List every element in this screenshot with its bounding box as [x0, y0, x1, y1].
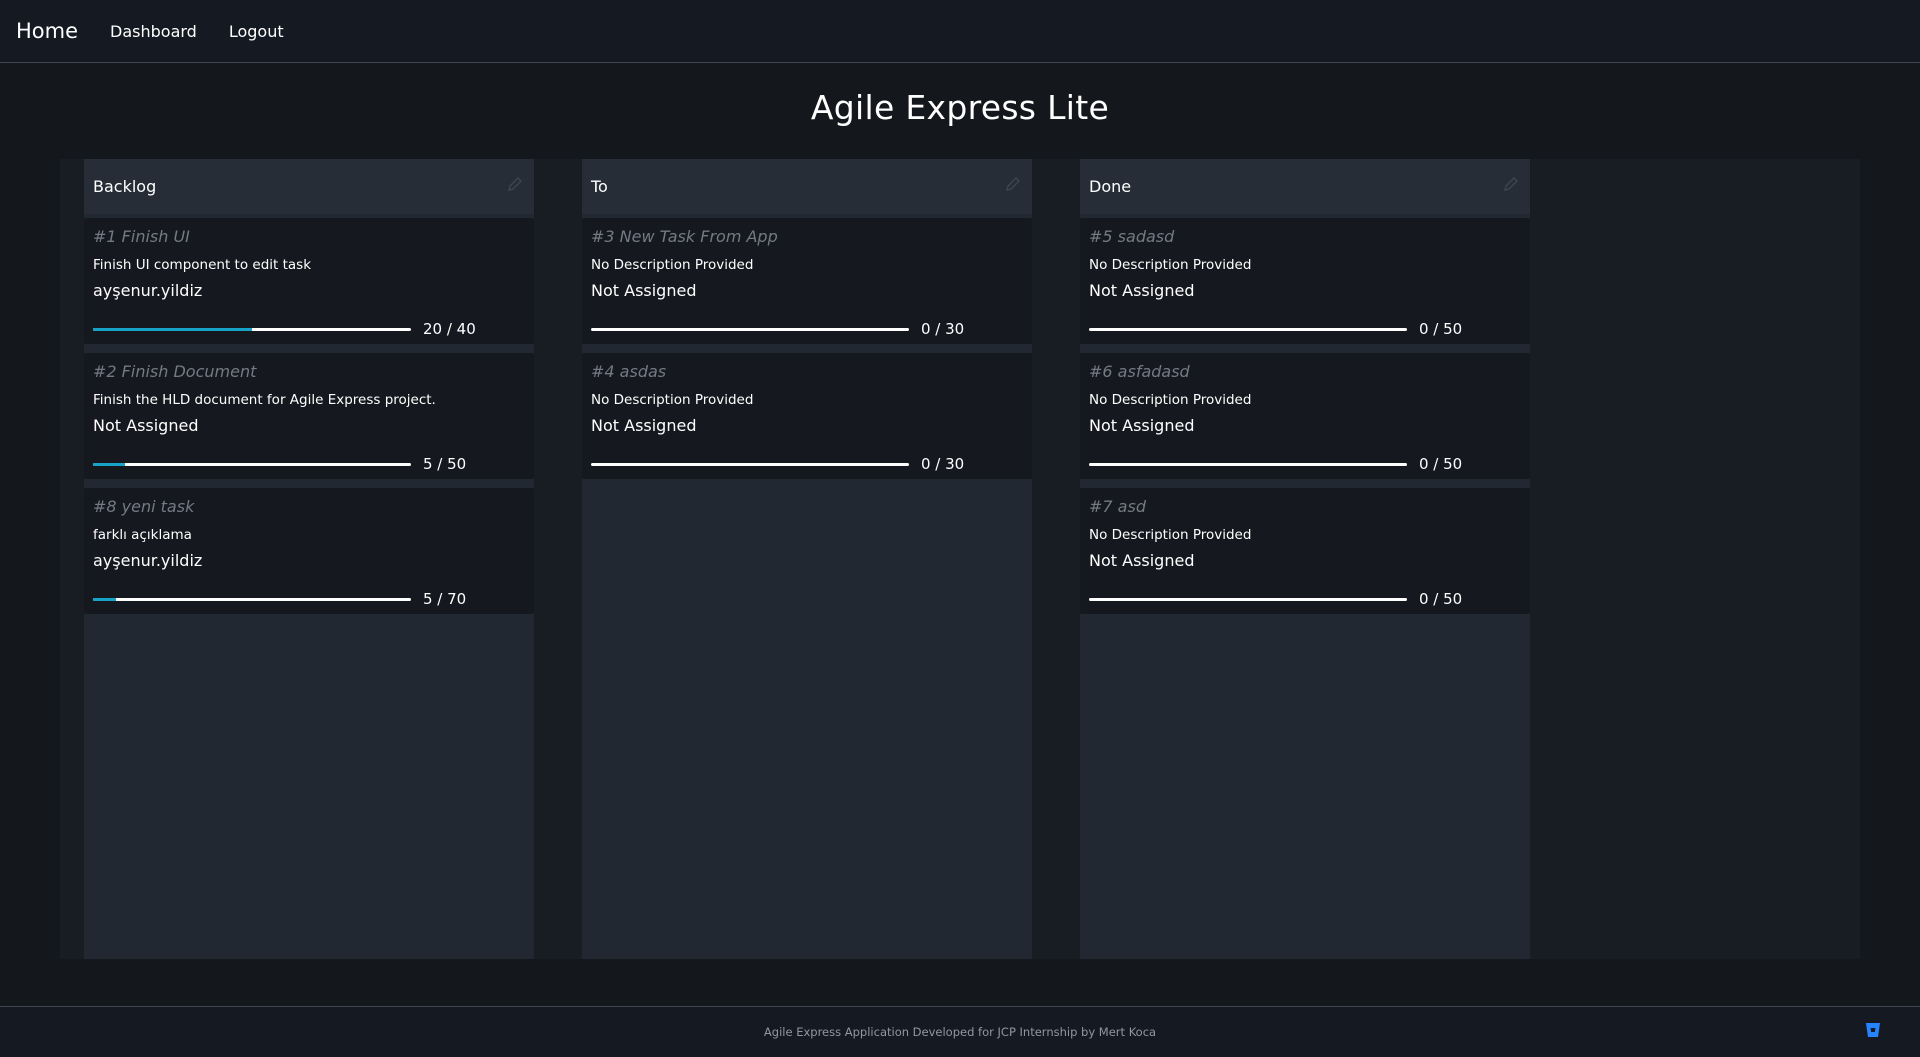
task-card[interactable]: #5 sadasd No Description Provided Not As… — [1080, 218, 1530, 344]
column-done: Done #5 sadasd No Description Provided N… — [1080, 159, 1530, 959]
pencil-icon[interactable] — [1502, 175, 1520, 193]
task-progress: 20 / 40 — [93, 320, 476, 338]
task-assignee: Not Assigned — [93, 416, 199, 435]
progress-fill — [93, 327, 252, 331]
task-card[interactable]: #4 asdas No Description Provided Not Ass… — [582, 353, 1032, 479]
task-title: #7 asd — [1089, 497, 1146, 516]
progress-bar — [591, 327, 909, 331]
progress-bar — [1089, 597, 1407, 601]
task-description: No Description Provided — [1089, 257, 1252, 273]
progress-bar — [93, 462, 411, 466]
task-description: Finish UI component to edit task — [93, 257, 312, 273]
task-progress: 0 / 50 — [1089, 320, 1462, 338]
task-progress: 0 / 30 — [591, 455, 964, 473]
progress-fill — [93, 597, 116, 601]
top-navbar: Home Dashboard Logout — [0, 0, 1920, 63]
task-title: #1 Finish UI — [93, 227, 190, 246]
task-card[interactable]: #1 Finish UI Finish UI component to edit… — [84, 218, 534, 344]
task-progress: 0 / 30 — [591, 320, 964, 338]
progress-bar — [591, 462, 909, 466]
progress-label: 5 / 50 — [423, 455, 467, 473]
task-description: No Description Provided — [1089, 392, 1252, 408]
progress-label: 20 / 40 — [423, 320, 476, 338]
column-header: Done — [1080, 159, 1530, 214]
task-assignee: ayşenur.yildiz — [93, 551, 203, 570]
progress-label: 0 / 30 — [921, 320, 965, 338]
task-description: farklı açıklama — [93, 527, 192, 543]
column-title: Done — [1089, 177, 1132, 196]
progress-bar — [93, 327, 411, 331]
pencil-icon[interactable] — [506, 175, 524, 193]
nav-dashboard-link[interactable]: Dashboard — [110, 22, 197, 41]
pencil-icon[interactable] — [1004, 175, 1022, 193]
progress-label: 0 / 50 — [1419, 455, 1463, 473]
progress-label: 5 / 70 — [423, 590, 467, 608]
task-title: #2 Finish Document — [93, 362, 257, 381]
progress-bar — [1089, 462, 1407, 466]
task-progress: 5 / 70 — [93, 590, 466, 608]
task-progress: 5 / 50 — [93, 455, 466, 473]
progress-fill — [93, 462, 125, 466]
footer-credit: Agile Express Application Developed for … — [763, 1025, 1157, 1039]
kanban-board: Backlog #1 Finish UI Finish UI component… — [60, 159, 1860, 959]
task-description: No Description Provided — [591, 392, 754, 408]
task-progress: 0 / 50 — [1089, 590, 1462, 608]
task-assignee: Not Assigned — [1089, 416, 1195, 435]
task-description: No Description Provided — [591, 257, 754, 273]
task-progress: 0 / 50 — [1089, 455, 1462, 473]
nav-home-link[interactable]: Home — [16, 19, 78, 43]
task-card[interactable]: #3 New Task From App No Description Prov… — [582, 218, 1032, 344]
column-header: Backlog — [84, 159, 534, 214]
task-card[interactable]: #2 Finish Document Finish the HLD docume… — [84, 353, 534, 479]
task-assignee: ayşenur.yildiz — [93, 281, 203, 300]
nav-logout-link[interactable]: Logout — [229, 22, 284, 41]
task-assignee: Not Assigned — [591, 416, 697, 435]
progress-bar — [93, 597, 411, 601]
task-title: #3 New Task From App — [591, 227, 778, 246]
task-assignee: Not Assigned — [1089, 281, 1195, 300]
progress-label: 0 / 30 — [921, 455, 965, 473]
progress-label: 0 / 50 — [1419, 590, 1463, 608]
column-title: Backlog — [93, 177, 157, 196]
progress-bar — [1089, 327, 1407, 331]
task-description: Finish the HLD document for Agile Expres… — [93, 392, 436, 408]
task-assignee: Not Assigned — [591, 281, 697, 300]
column-backlog: Backlog #1 Finish UI Finish UI component… — [84, 159, 534, 959]
bitbucket-icon[interactable] — [1864, 1021, 1882, 1039]
task-card[interactable]: #8 yeni task farklı açıklama ayşenur.yil… — [84, 488, 534, 614]
progress-label: 0 / 50 — [1419, 320, 1463, 338]
task-title: #6 asfadasd — [1089, 362, 1190, 381]
footer: Agile Express Application Developed for … — [0, 1006, 1920, 1057]
column-header: To — [582, 159, 1032, 214]
task-card[interactable]: #7 asd No Description Provided Not Assig… — [1080, 488, 1530, 614]
column-to: To #3 New Task From App No Description P… — [582, 159, 1032, 959]
page-title: Agile Express Lite — [810, 88, 1110, 127]
column-title: To — [591, 177, 608, 196]
task-title: #8 yeni task — [93, 497, 195, 516]
task-title: #4 asdas — [591, 362, 667, 381]
task-description: No Description Provided — [1089, 527, 1252, 543]
task-assignee: Not Assigned — [1089, 551, 1195, 570]
task-card[interactable]: #6 asfadasd No Description Provided Not … — [1080, 353, 1530, 479]
task-title: #5 sadasd — [1089, 227, 1175, 246]
